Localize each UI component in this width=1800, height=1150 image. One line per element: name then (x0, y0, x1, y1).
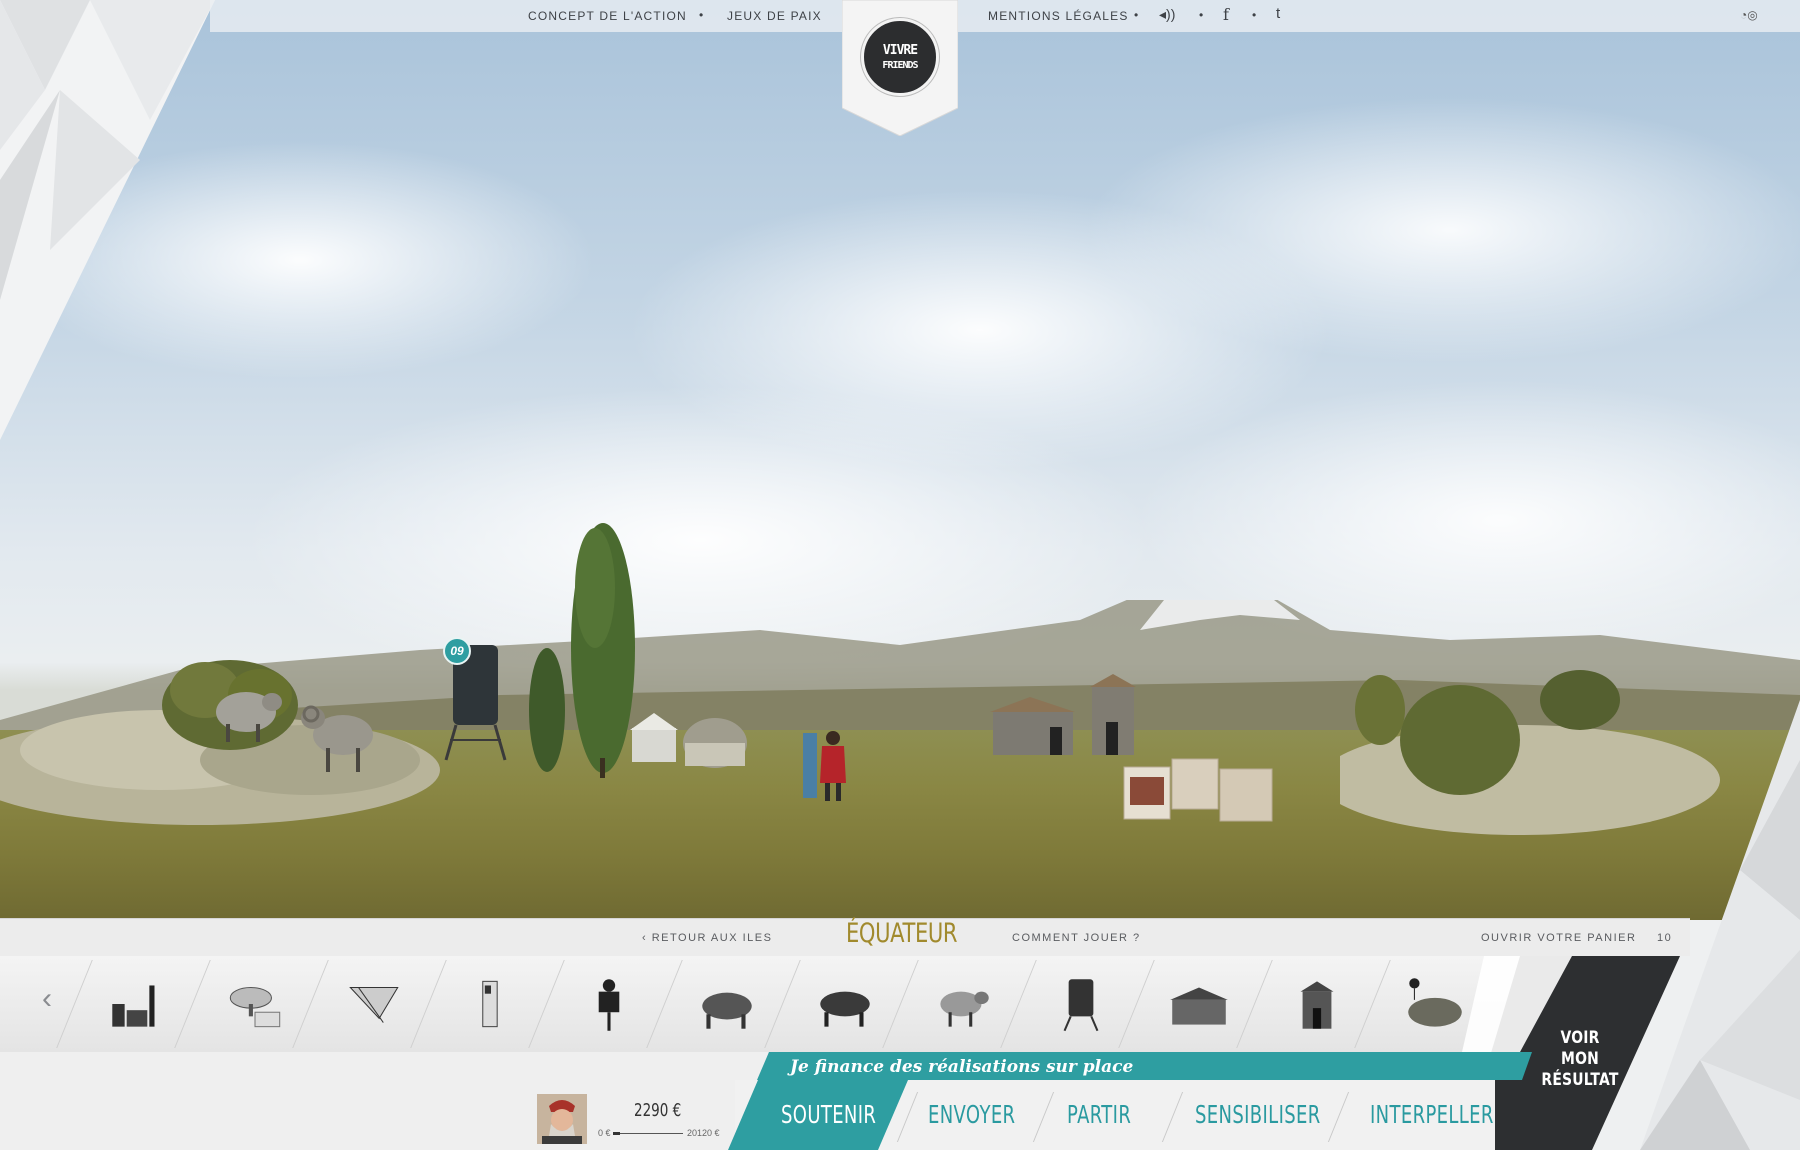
hut-icon (1170, 987, 1228, 1025)
villager-at-pump (803, 731, 846, 801)
score-progress-track (613, 1133, 683, 1134)
supply-crates (1123, 758, 1273, 822)
nav-separator: • (1134, 8, 1139, 22)
sound-icon[interactable]: ◂)) (1159, 6, 1175, 23)
bull-icon (702, 992, 752, 1029)
twitter-icon[interactable]: t (1276, 5, 1280, 22)
location-marker[interactable]: 09 (443, 637, 471, 665)
tab-interpeller[interactable]: INTERPELLER (1370, 1100, 1494, 1129)
how-to-play-link[interactable]: COMMENT JOUER ? (1012, 932, 1141, 944)
voir-line-1: VOIR MON (1560, 1028, 1600, 1069)
country-title: ÉQUATEUR (846, 918, 958, 949)
chevron-left-icon[interactable]: ‹ (42, 982, 52, 1016)
ram (301, 705, 373, 772)
tab-sensibiliser[interactable]: SENSIBILISER (1195, 1100, 1321, 1129)
canopy-icon (349, 987, 399, 1023)
ox-icon (820, 991, 870, 1027)
water-tank-icon (1063, 979, 1099, 1032)
player-portrait (537, 1094, 587, 1144)
nav-link-jeux[interactable]: JEUX DE PAIX (727, 9, 822, 23)
small-tree (529, 648, 565, 772)
stone-houses (990, 674, 1136, 755)
house-icon (1300, 981, 1334, 1029)
water-pump-icon (482, 980, 498, 1028)
score-min-label: 0 € (598, 1128, 611, 1138)
nav-separator: • (1252, 8, 1257, 22)
voir-line-2: RÉSULTAT (1541, 1070, 1619, 1090)
round-huts (630, 713, 747, 768)
score-max-label: 20120 € (687, 1128, 720, 1138)
nav-link-mentions[interactable]: MENTIONS LÉGALES (988, 9, 1129, 23)
facebook-icon[interactable]: f (1223, 5, 1229, 24)
factory-icon (112, 985, 155, 1027)
logo-line-1: VIVRE (882, 43, 918, 58)
nav-link-concept[interactable]: CONCEPT DE L'ACTION (528, 9, 687, 23)
shrub-icon (1408, 978, 1462, 1027)
marker-label: 09 (450, 644, 464, 658)
cypress-tree (571, 523, 635, 778)
satellite-dish-icon (229, 987, 281, 1028)
logo-line-2: FRIENDS (882, 60, 918, 71)
sheep-icon (940, 991, 989, 1027)
info-bar (0, 918, 1690, 956)
finance-banner-text: Je finance des réalisations sur place (790, 1057, 1134, 1077)
score-value: 2290 € (634, 1100, 682, 1121)
tab-partir[interactable]: PARTIR (1067, 1100, 1131, 1129)
basket-count: 10 (1657, 932, 1673, 944)
nav-separator: • (699, 8, 704, 22)
decorative-triangles-left (0, 0, 215, 440)
tab-envoyer[interactable]: ENVOYER (928, 1100, 1015, 1129)
avatar[interactable] (537, 1094, 587, 1144)
voir-resultat-button[interactable]: VOIR MON RÉSULTAT (1541, 1028, 1620, 1091)
site-logo[interactable]: VIVRE FRIENDS (861, 18, 939, 96)
share-icon[interactable]: ◔◎ (1740, 8, 1758, 22)
back-to-islands-link[interactable]: ‹ RETOUR AUX ILES (642, 932, 772, 944)
sheep (216, 692, 282, 742)
score-progress-fill (613, 1132, 620, 1135)
scarecrow-icon (598, 979, 620, 1031)
open-basket-link[interactable]: OUVRIR VOTRE PANIER (1481, 932, 1636, 944)
scene-viewport: 09 (0, 0, 1800, 920)
nav-separator: • (1199, 8, 1204, 22)
tab-soutenir[interactable]: SOUTENIR (781, 1100, 876, 1129)
